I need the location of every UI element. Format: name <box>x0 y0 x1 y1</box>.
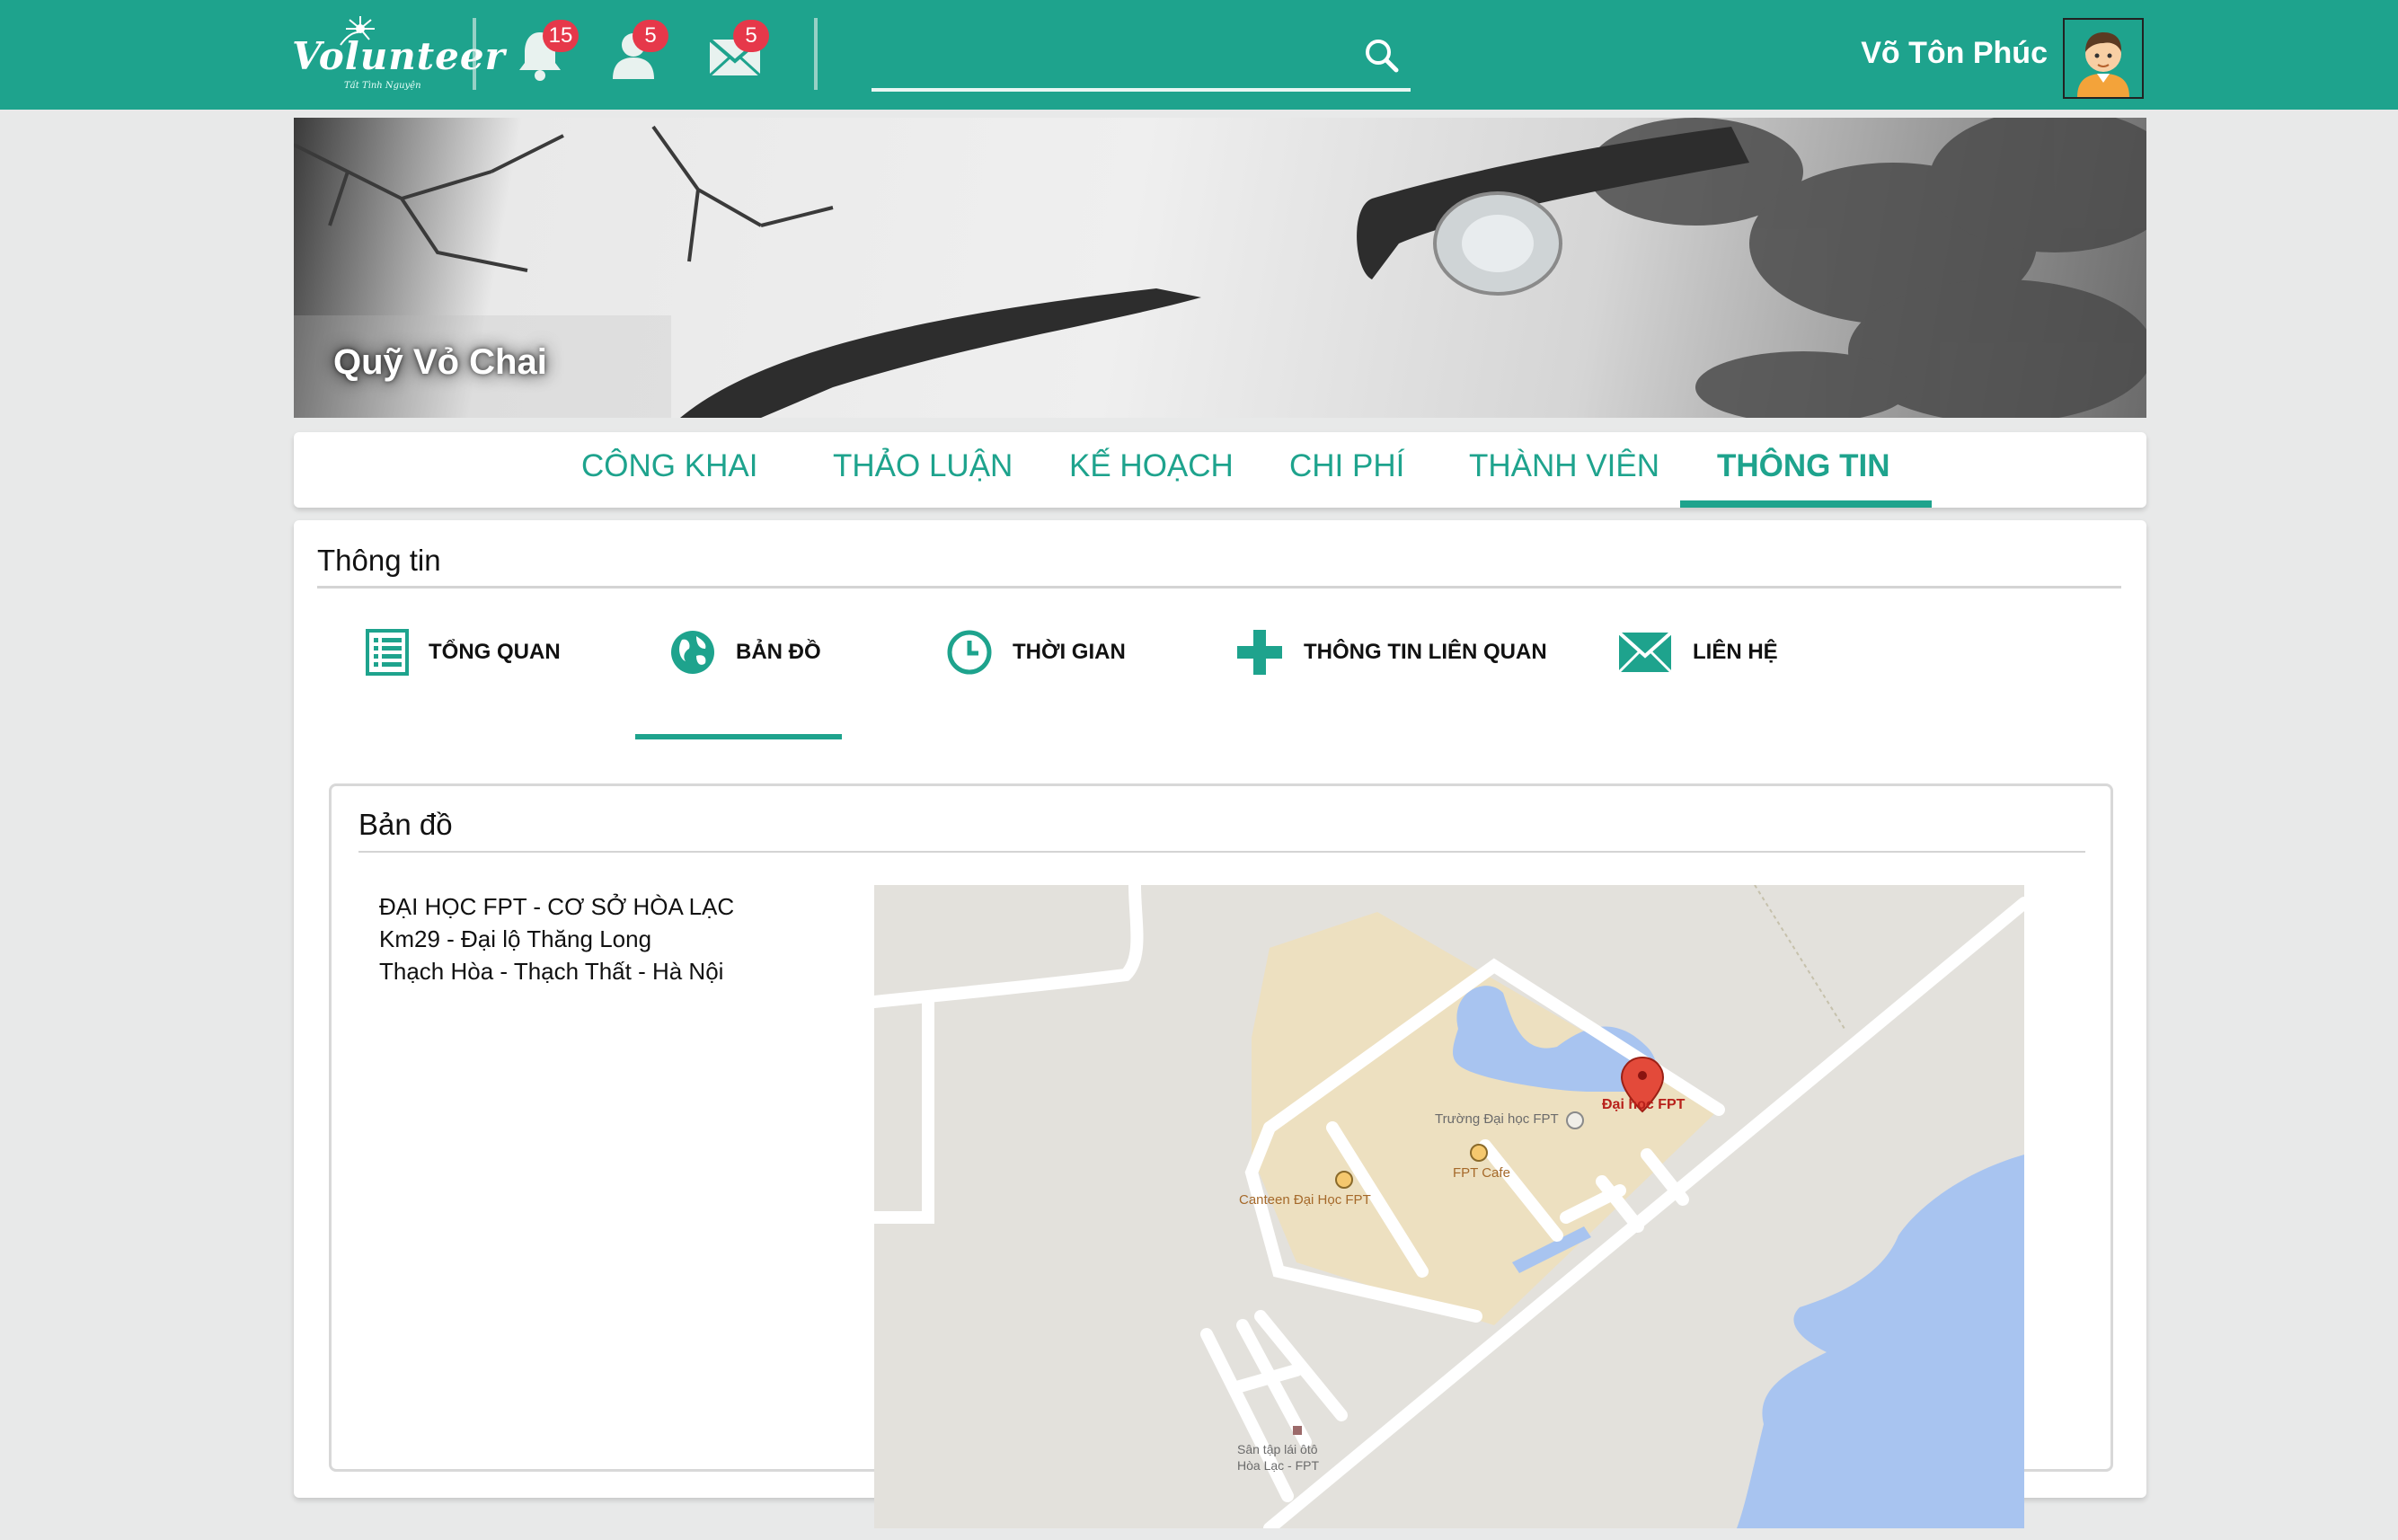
cover-image <box>294 118 2146 418</box>
list-icon <box>366 629 409 676</box>
avatar-icon <box>2065 20 2142 97</box>
notification-count-badge: 15 <box>543 20 579 52</box>
main-container: Quỹ Vỏ Chai CÔNG KHAI THẢO LUẬN KẾ HOẠCH… <box>294 118 2146 1528</box>
search-icon <box>1366 40 1399 73</box>
clock-icon <box>947 630 992 675</box>
divider <box>473 18 476 90</box>
address-line: ĐẠI HỌC FPT - CƠ SỞ HÒA LẠC <box>379 893 735 920</box>
map-canteen-label: Canteen Đại Học FPT <box>1239 1192 1371 1208</box>
globe-icon <box>671 631 714 674</box>
subtab-label: THỜI GIAN <box>1013 640 1126 664</box>
map-cafe-label: FPT Cafe <box>1453 1165 1510 1181</box>
address-line: Thạch Hòa - Thạch Thất - Hà Nội <box>379 958 724 985</box>
tab-plan[interactable]: KẾ HOẠCH <box>1069 448 1234 484</box>
logo-tagline: Tất Tình Nguyện <box>344 81 421 91</box>
active-tab-indicator <box>1680 500 1932 508</box>
messages-button[interactable]: 5 <box>704 20 769 86</box>
divider <box>358 851 2085 853</box>
cover-title: Quỹ Vỏ Chai <box>333 342 547 382</box>
subtab-label: THÔNG TIN LIÊN QUAN <box>1304 640 1547 664</box>
subtab-label: TỔNG QUAN <box>429 640 561 664</box>
panel-title: Thông tin <box>317 544 441 577</box>
tab-public[interactable]: CÔNG KHAI <box>581 448 757 484</box>
cover-photo: Quỹ Vỏ Chai <box>294 118 2146 418</box>
map-marker-label: Đại học FPT <box>1602 1097 1686 1112</box>
tab-cost[interactable]: CHI PHÍ <box>1289 448 1404 484</box>
subtab-overview[interactable]: TỔNG QUAN <box>366 628 561 677</box>
address-line: Km29 - Đại lộ Thăng Long <box>379 925 652 952</box>
map-school-label: Trường Đại học FPT <box>1435 1111 1559 1127</box>
envelope-icon <box>1617 631 1673 674</box>
user-name[interactable]: Võ Tôn Phúc <box>1861 36 2048 71</box>
tab-members[interactable]: THÀNH VIÊN <box>1469 448 1659 484</box>
divider <box>814 18 818 90</box>
location-map[interactable]: Đại học FPT Trường Đại học FPT FPT Cafe … <box>874 885 2024 1528</box>
map-canvas <box>874 885 2024 1528</box>
user-avatar[interactable] <box>2063 18 2144 99</box>
subtab-time[interactable]: THỜI GIAN <box>946 628 1126 677</box>
notifications-button[interactable]: 15 <box>509 20 579 86</box>
divider <box>317 586 2121 589</box>
friend-requests-button[interactable]: 5 <box>604 20 668 86</box>
map-card: Bản đồ ĐẠI HỌC FPT - CƠ SỞ HÒA LẠC Km29 … <box>329 783 2113 1528</box>
subtab-map[interactable]: BẢN ĐỒ <box>669 628 821 677</box>
map-driving-label-2: Hòa Lạc - FPT <box>1237 1458 1320 1473</box>
plus-icon <box>1237 630 1282 675</box>
subtab-related-info[interactable]: THÔNG TIN LIÊN QUAN <box>1235 628 1547 677</box>
search-bar <box>872 29 1411 92</box>
subtab-label: BẢN ĐỒ <box>736 640 821 664</box>
subtab-label: LIÊN HỆ <box>1693 640 1778 664</box>
info-panel: Thông tin TỔNG QUAN BẢN ĐỒ THỜI GIAN THÔ… <box>294 520 2146 1528</box>
message-count-badge: 5 <box>733 20 769 52</box>
map-driving-label-1: Sân tập lái ôtô <box>1237 1442 1318 1456</box>
address-block: ĐẠI HỌC FPT - CƠ SỞ HÒA LẠC Km29 - Đại l… <box>379 890 734 987</box>
search-button[interactable] <box>1360 34 1405 79</box>
map-section-title: Bản đồ <box>358 808 453 841</box>
tab-discussion[interactable]: THẢO LUẬN <box>833 448 1013 484</box>
active-subtab-indicator <box>635 734 842 739</box>
search-input[interactable] <box>872 36 1342 83</box>
friend-request-count-badge: 5 <box>633 20 668 52</box>
main-tabs: CÔNG KHAI THẢO LUẬN KẾ HOẠCH CHI PHÍ THÀ… <box>294 432 2146 508</box>
volunteer-logo[interactable]: Volunteer Tất Tình Nguyện <box>292 13 505 95</box>
tab-info[interactable]: THÔNG TIN <box>1717 448 1889 484</box>
subtab-contact[interactable]: LIÊN HỆ <box>1617 628 1778 677</box>
